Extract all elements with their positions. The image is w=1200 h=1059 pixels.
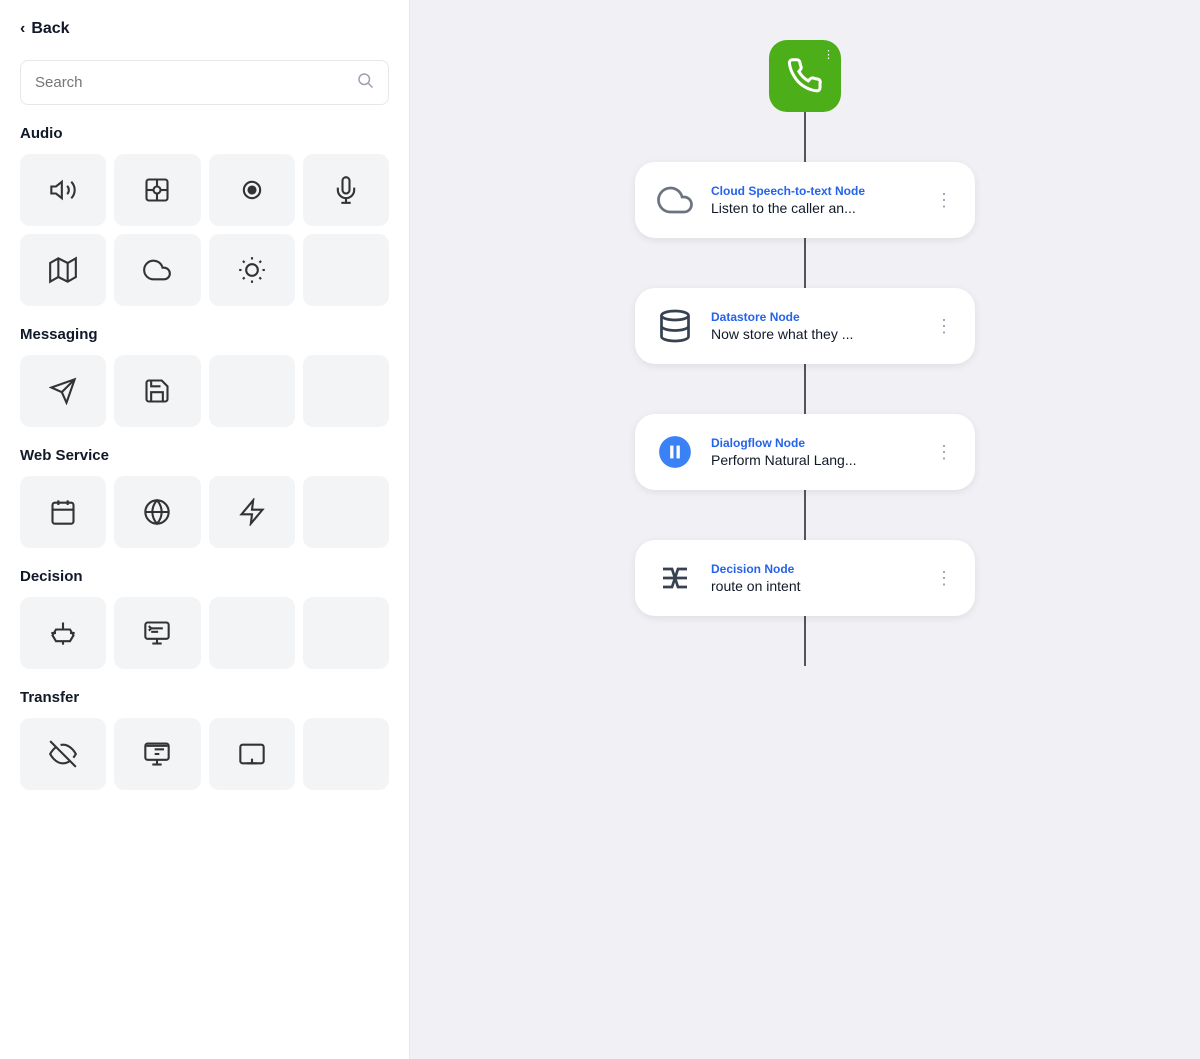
start-node[interactable]: ⋮ <box>769 40 841 112</box>
dialogflow-node[interactable]: Dialogflow Node Perform Natural Lang... … <box>635 414 975 490</box>
messaging-icon-grid <box>20 355 389 427</box>
decision-label: Decision Node <box>711 562 917 576</box>
cloud-speech-desc: Listen to the caller an... <box>711 200 917 216</box>
volume-icon-cell[interactable] <box>20 154 106 226</box>
calendar-icon-cell[interactable] <box>20 476 106 548</box>
back-label: Back <box>31 20 69 38</box>
decision-flow-icon <box>653 556 697 600</box>
datastore-desc: Now store what they ... <box>711 326 917 342</box>
search-input[interactable] <box>35 74 356 91</box>
transfer-section-title: Transfer <box>20 689 389 706</box>
dialogflow-menu-btn[interactable]: ⋮ <box>931 438 957 467</box>
cloud-speech-content: Cloud Speech-to-text Node Listen to the … <box>711 184 917 216</box>
map-icon-cell[interactable] <box>20 234 106 306</box>
message-save-icon-cell[interactable] <box>114 355 200 427</box>
decision-empty-1 <box>209 597 295 669</box>
transfer-empty <box>303 718 389 790</box>
dialogflow-label: Dialogflow Node <box>711 436 917 450</box>
brightness-icon-cell[interactable] <box>209 234 295 306</box>
audio-settings-icon-cell[interactable] <box>114 154 200 226</box>
messaging-section-title: Messaging <box>20 326 389 343</box>
decision-desc: route on intent <box>711 578 917 594</box>
transfer-agent-icon-cell[interactable] <box>114 718 200 790</box>
connector-3 <box>804 364 806 414</box>
datastore-label: Datastore Node <box>711 310 917 324</box>
microphone-icon-cell[interactable] <box>303 154 389 226</box>
decision-node[interactable]: Decision Node route on intent ⋮ <box>635 540 975 616</box>
web-service-empty <box>303 476 389 548</box>
decision-section-title: Decision <box>20 568 389 585</box>
audio-section-title: Audio <box>20 125 389 142</box>
decision-split-icon-cell[interactable] <box>20 597 106 669</box>
flow-canvas: ⋮ Cloud Speech-to-text Node Listen to th… <box>410 0 1200 1059</box>
dialogflow-content: Dialogflow Node Perform Natural Lang... <box>711 436 917 468</box>
decision-empty-2 <box>303 597 389 669</box>
dialogflow-desc: Perform Natural Lang... <box>711 452 917 468</box>
web-service-section-title: Web Service <box>20 447 389 464</box>
screen-icon-cell[interactable] <box>209 718 295 790</box>
transfer-icon-grid <box>20 718 389 790</box>
cloud-speech-node[interactable]: Cloud Speech-to-text Node Listen to the … <box>635 162 975 238</box>
audio-icon-grid <box>20 154 389 306</box>
decision-content: Decision Node route on intent <box>711 562 917 594</box>
computer-decision-icon-cell[interactable] <box>114 597 200 669</box>
sidebar: ‹ Back Audio <box>0 0 410 1059</box>
back-arrow-icon: ‹ <box>20 20 25 38</box>
connector-4 <box>804 490 806 540</box>
connector-2 <box>804 238 806 288</box>
connector-1 <box>804 112 806 162</box>
datastore-menu-btn[interactable]: ⋮ <box>931 312 957 341</box>
cloud-speech-label: Cloud Speech-to-text Node <box>711 184 917 198</box>
search-container <box>20 60 389 105</box>
back-button[interactable]: ‹ Back <box>20 16 389 42</box>
bolt-icon-cell[interactable] <box>209 476 295 548</box>
decision-menu-btn[interactable]: ⋮ <box>931 564 957 593</box>
connector-5 <box>804 616 806 666</box>
audio-empty-cell <box>303 234 389 306</box>
globe-icon-cell[interactable] <box>114 476 200 548</box>
record-icon-cell[interactable] <box>209 154 295 226</box>
hide-icon-cell[interactable] <box>20 718 106 790</box>
send-icon-cell[interactable] <box>20 355 106 427</box>
cloud-speech-menu-btn[interactable]: ⋮ <box>931 186 957 215</box>
datastore-icon <box>653 304 697 348</box>
search-icon <box>356 71 374 94</box>
messaging-empty-1 <box>209 355 295 427</box>
datastore-node[interactable]: Datastore Node Now store what they ... ⋮ <box>635 288 975 364</box>
decision-icon-grid <box>20 597 389 669</box>
datastore-content: Datastore Node Now store what they ... <box>711 310 917 342</box>
flow-container: ⋮ Cloud Speech-to-text Node Listen to th… <box>635 40 975 666</box>
start-node-menu[interactable]: ⋮ <box>823 48 835 61</box>
messaging-empty-2 <box>303 355 389 427</box>
cloud-audio-icon-cell[interactable] <box>114 234 200 306</box>
web-service-icon-grid <box>20 476 389 548</box>
dialogflow-icon <box>653 430 697 474</box>
cloud-speech-icon <box>653 178 697 222</box>
